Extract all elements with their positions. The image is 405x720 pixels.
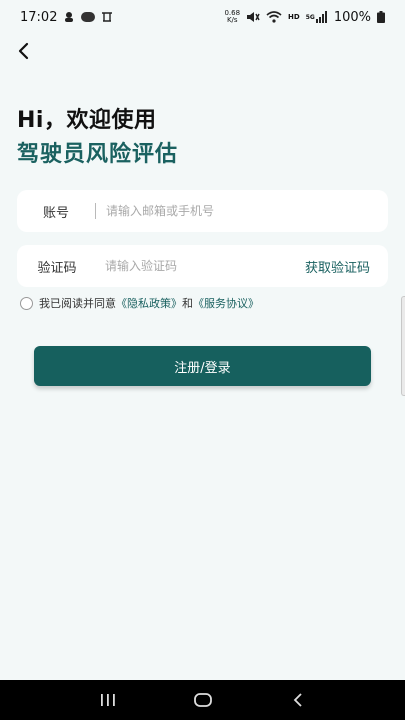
edge-panel-handle[interactable] bbox=[401, 296, 405, 396]
signal-icon: 5G bbox=[306, 11, 328, 23]
back-button[interactable] bbox=[10, 38, 36, 64]
code-label: 验证码 bbox=[37, 260, 77, 276]
battery-icon bbox=[377, 11, 385, 23]
net-speed: 0.68 K/s bbox=[224, 10, 240, 24]
notification-badge-icon bbox=[81, 12, 96, 22]
wifi-icon bbox=[266, 11, 282, 23]
system-nav-bar bbox=[0, 680, 405, 720]
account-input[interactable] bbox=[106, 190, 388, 232]
nav-back-icon bbox=[293, 693, 302, 707]
nav-back-button[interactable] bbox=[283, 685, 313, 715]
recent-apps-icon bbox=[100, 694, 115, 706]
mute-icon bbox=[246, 11, 260, 23]
register-login-button[interactable]: 注册/登录 bbox=[34, 346, 371, 386]
code-input[interactable] bbox=[97, 245, 305, 287]
agreement-checkbox[interactable] bbox=[20, 296, 33, 310]
get-code-button[interactable]: 获取验证码 bbox=[305, 257, 388, 276]
verification-code-field: 验证码 获取验证码 bbox=[17, 245, 388, 287]
account-label: 账号 bbox=[42, 205, 69, 221]
home-button[interactable] bbox=[188, 685, 218, 715]
status-bar: 17:02 0.68 K/s HD 5G 100% bbox=[0, 0, 405, 34]
privacy-policy-link[interactable]: 《隐私政策》 bbox=[116, 295, 182, 311]
account-field: 账号 bbox=[17, 190, 388, 232]
status-bar-left: 17:02 bbox=[20, 10, 113, 25]
service-agreement-link[interactable]: 《服务协议》 bbox=[193, 295, 259, 311]
hd-icon: HD bbox=[288, 13, 300, 21]
status-bar-right: 0.68 K/s HD 5G 100% bbox=[224, 10, 385, 25]
greeting-title: Hi，欢迎使用 bbox=[17, 108, 157, 133]
agreement-prefix: 我已阅读并同意 bbox=[39, 297, 116, 310]
agreement-row: 我已阅读并同意 《隐私政策》 和 《服务协议》 bbox=[20, 295, 259, 311]
status-time: 17:02 bbox=[20, 9, 58, 25]
home-icon bbox=[193, 693, 212, 707]
agreement-and: 和 bbox=[182, 297, 193, 310]
app-subtitle: 驾驶员风险评估 bbox=[17, 142, 179, 167]
net-speed-unit: K/s bbox=[226, 16, 238, 24]
notification-misc-icon bbox=[101, 11, 113, 23]
chevron-left-icon bbox=[18, 42, 29, 60]
recent-apps-button[interactable] bbox=[93, 685, 123, 715]
battery-percent: 100% bbox=[333, 9, 371, 25]
notification-app-icon bbox=[63, 11, 75, 23]
field-divider bbox=[95, 203, 96, 219]
signal-gen-label: 5G bbox=[305, 13, 315, 21]
